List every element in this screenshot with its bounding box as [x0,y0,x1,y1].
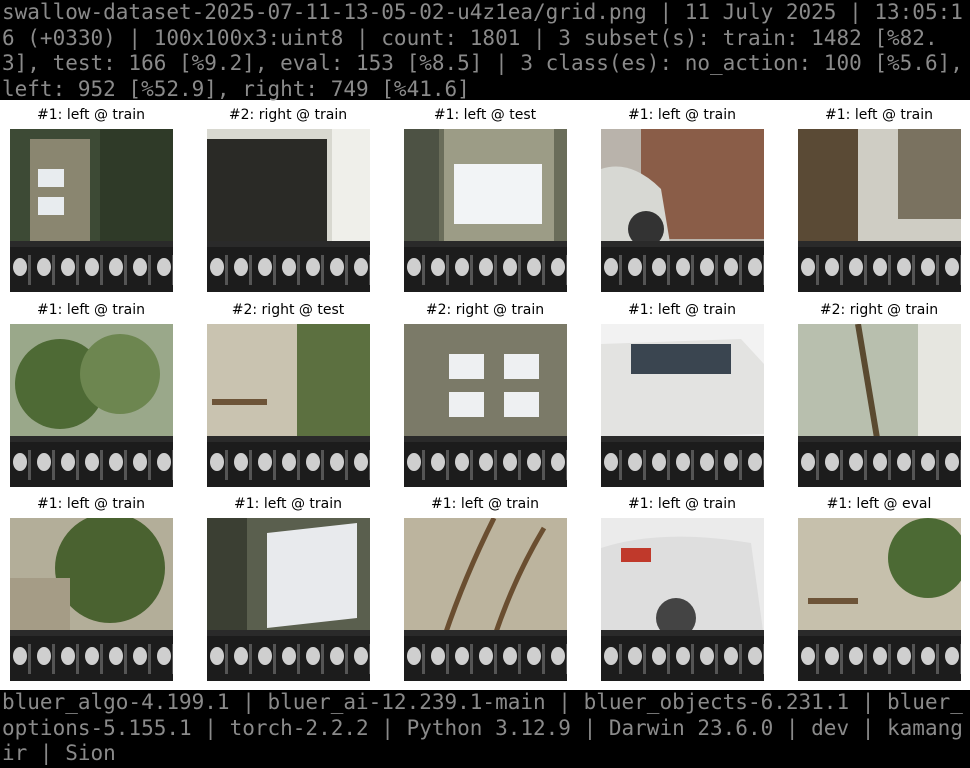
sample-image [207,129,370,292]
grid-cell: #1: left @ eval [789,489,969,684]
cell-caption: #2: right @ train [425,302,545,318]
cell-caption: #1: left @ train [37,496,145,512]
grid-cell: #2: right @ train [789,295,969,490]
cell-caption: #1: left @ train [628,496,736,512]
sample-image [10,129,173,292]
sample-image [601,518,764,681]
sample-image [10,324,173,487]
cell-caption: #1: left @ train [234,496,342,512]
sample-image [601,324,764,487]
sample-image [798,518,961,681]
sample-image [404,129,567,292]
grid-cell: #1: left @ train [789,100,969,295]
grid-cell: #1: left @ train [592,295,772,490]
cell-caption: #1: left @ train [37,107,145,123]
grid-cell: #1: left @ train [592,100,772,295]
cell-caption: #1: left @ train [825,107,933,123]
sample-image [798,324,961,487]
cell-caption: #2: right @ train [819,302,939,318]
cell-caption: #2: right @ train [228,107,348,123]
cell-caption: #1: left @ train [431,496,539,512]
sample-image [207,518,370,681]
cell-caption: #1: left @ train [628,107,736,123]
grid-cell: #1: left @ train [1,295,181,490]
cell-caption: #2: right @ test [231,302,345,318]
header-banner: swallow-dataset-2025-07-11-13-05-02-u4z1… [0,0,970,101]
grid-cell: #1: left @ test [395,100,575,295]
cell-caption: #1: left @ test [433,107,537,123]
grid-cell: #2: right @ test [198,295,378,490]
sample-image [601,129,764,292]
sample-image [10,518,173,681]
cell-caption: #1: left @ train [37,302,145,318]
grid-cell: #1: left @ train [1,100,181,295]
grid-cell: #1: left @ train [395,489,575,684]
grid-cell: #1: left @ train [198,489,378,684]
sample-image [404,324,567,487]
grid-cell: #1: left @ train [592,489,772,684]
grid-cell: #2: right @ train [395,295,575,490]
grid-cell: #2: right @ train [198,100,378,295]
sample-image [404,518,567,681]
sample-image [207,324,370,487]
grid-cell: #1: left @ train [1,489,181,684]
footer-banner: bluer_algo-4.199.1 | bluer_ai-12.239.1-m… [0,690,970,768]
sample-image [798,129,961,292]
image-grid: #1: left @ train #2: right @ train #1: lef… [0,100,970,690]
cell-caption: #1: left @ train [628,302,736,318]
cell-caption: #1: left @ eval [826,496,932,512]
